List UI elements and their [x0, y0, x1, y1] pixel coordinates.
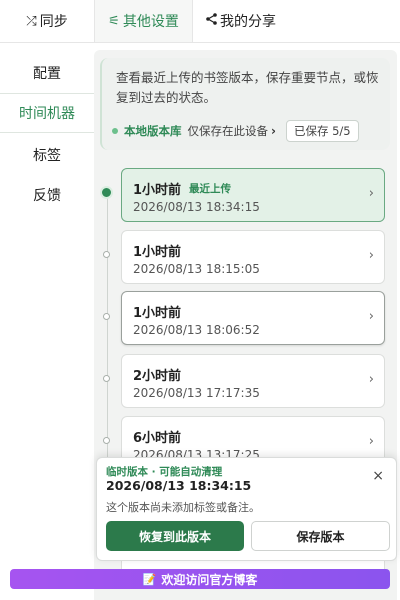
tab-sync[interactable]: ⤮ 同步 — [0, 0, 94, 42]
shuffle-icon: ⤮ — [26, 13, 37, 29]
version-card[interactable]: 2小时前 2026/08/13 17:17:35 › — [121, 354, 385, 408]
latest-upload-tag: 最近上传 — [189, 183, 232, 195]
version-age: 6小时前 — [133, 431, 182, 446]
sidebar-item-time-machine[interactable]: 时间机器 — [0, 93, 95, 133]
version-datetime: 2026/08/13 18:06:52 — [133, 323, 260, 337]
library-label: 本地版本库 — [124, 124, 182, 138]
timeline-node — [103, 375, 110, 382]
blog-banner[interactable]: 📝 欢迎访问官方博客 — [10, 569, 390, 589]
version-datetime: 2026/08/13 18:34:15 — [133, 200, 260, 214]
version-card[interactable]: 1小时前 2026/08/13 18:15:05 › — [121, 230, 385, 284]
version-age: 2小时前 — [133, 369, 182, 384]
popup-time: 2026/08/13 18:34:15 — [106, 478, 252, 493]
close-icon[interactable]: × — [372, 468, 384, 484]
local-only-link[interactable]: 仅保存在此设备 — [188, 123, 269, 139]
memo-icon: 📝 — [142, 572, 157, 586]
sidebar-item-label: 配置 — [33, 66, 61, 82]
tab-sync-label: 同步 — [39, 14, 68, 30]
version-age: 1小时前 — [133, 245, 182, 260]
settings-sidebar: 配置 时间机器 标签 反馈 — [0, 43, 95, 600]
info-description: 查看最近上传的书签版本，保存重要节点，或恢复到过去的状态。 — [116, 70, 379, 105]
version-datetime: 2026/08/13 18:15:05 — [133, 262, 260, 276]
sidebar-item-tags[interactable]: 标签 — [0, 135, 94, 175]
info-box: 查看最近上传的书签版本，保存重要节点，或恢复到过去的状态。 本地版本库 仅保存在… — [100, 58, 390, 150]
saved-count-badge: 已保存 5/5 — [285, 120, 359, 142]
tab-settings-label: 其他设置 — [122, 14, 179, 30]
timeline-node — [103, 313, 110, 320]
chevron-right-icon: › — [368, 372, 374, 387]
version-age: 1小时前 — [133, 306, 182, 321]
sidebar-item-feedback[interactable]: 反馈 — [0, 175, 94, 215]
tab-other-settings[interactable]: ⚟ 其他设置 — [94, 0, 193, 42]
restore-version-button[interactable]: 恢复到此版本 — [106, 521, 244, 551]
sliders-icon: ⚟ — [108, 13, 120, 29]
sidebar-item-label: 时间机器 — [19, 106, 75, 122]
timeline-node-current — [102, 188, 111, 197]
popup-subtitle: 临时版本 · 可能自动清理 — [106, 466, 223, 478]
status-dot-icon — [112, 128, 118, 134]
version-card-current[interactable]: 1小时前 最近上传 2026/08/13 18:34:15 › — [121, 168, 385, 222]
chevron-right-icon: › — [368, 434, 374, 449]
sidebar-item-config[interactable]: 配置 — [0, 53, 94, 93]
timeline-line — [107, 190, 108, 460]
timeline-node — [103, 251, 110, 258]
library-row: 本地版本库 仅保存在此设备 › 已保存 5/5 — [112, 120, 359, 142]
chevron-right-icon[interactable]: › — [271, 124, 276, 138]
version-detail-popup: 临时版本 · 可能自动清理 2026/08/13 18:34:15 × 这个版本… — [96, 457, 397, 561]
top-tab-bar: ⤮ 同步 ⚟ 其他设置 我的分享 — [0, 0, 400, 43]
sidebar-item-label: 反馈 — [33, 188, 61, 204]
version-age: 1小时前 — [133, 183, 182, 198]
popup-note: 这个版本尚未添加标签或备注。 — [106, 501, 260, 514]
share-icon — [206, 13, 217, 29]
sidebar-item-label: 标签 — [33, 148, 61, 164]
version-datetime: 2026/08/13 17:17:35 — [133, 386, 260, 400]
chevron-right-icon: › — [368, 248, 374, 263]
save-version-button[interactable]: 保存版本 — [251, 521, 390, 551]
tab-my-share[interactable]: 我的分享 — [193, 0, 289, 42]
timeline-node — [103, 437, 110, 444]
tab-share-label: 我的分享 — [220, 14, 276, 30]
banner-text: 欢迎访问官方博客 — [161, 572, 258, 587]
chevron-right-icon: › — [368, 186, 374, 201]
chevron-right-icon: › — [368, 309, 374, 324]
version-card[interactable]: 1小时前 2026/08/13 18:06:52 › — [121, 291, 385, 345]
